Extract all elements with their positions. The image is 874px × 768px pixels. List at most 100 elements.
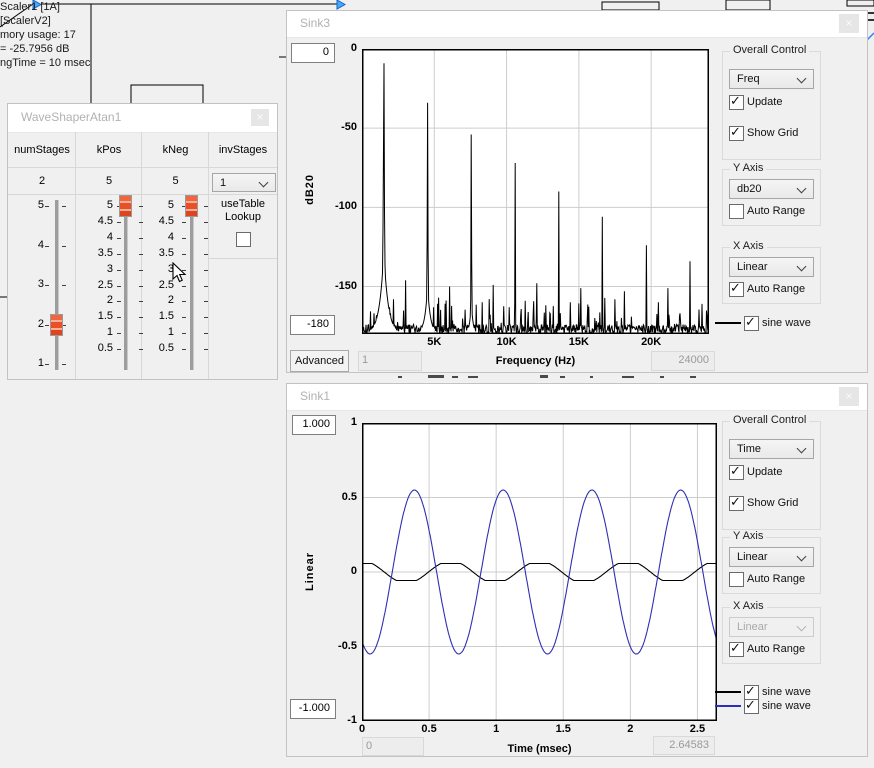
slider-tick-mark — [182, 349, 186, 350]
slider-tick-mark — [182, 238, 186, 239]
sink1-xaxis-autorange-checkbox[interactable] — [729, 642, 744, 657]
sink3-showgrid-checkbox[interactable] — [729, 126, 744, 141]
invstages-dropdown[interactable]: 1 — [212, 173, 276, 192]
slider-tick-label: 0.5 — [140, 342, 174, 354]
slider-tick-mark — [182, 301, 186, 302]
x-tick-label: 5K — [409, 336, 459, 348]
close-icon[interactable]: × — [251, 109, 269, 126]
wire-arrow-icon — [337, 0, 345, 9]
y-tick-label: 0 — [317, 42, 357, 54]
sink3-legend-checkbox[interactable] — [744, 316, 759, 331]
slider-tick-label: 4.5 — [140, 215, 174, 227]
module-info-text: Scaler1 [1A] [ScalerV2] mory usage: 17 =… — [0, 0, 90, 70]
waveshaper-titlebar[interactable]: WaveShaperAtan1 × — [8, 104, 277, 133]
x-tick-label: 1 — [471, 723, 521, 735]
sink1-titlebar[interactable]: Sink1 × — [287, 384, 867, 411]
sink3-y-axis-label: dB20 — [304, 174, 316, 205]
slider-tick-label: 2.5 — [140, 279, 174, 291]
x-tick-label: 15K — [554, 336, 604, 348]
sink1-window: Sink1 × 1.000 -1.000 Linear Time (msec) … — [286, 383, 868, 757]
module-info-line: ngTime = 10 msec — [0, 56, 90, 70]
module-info-line: = -25.7956 dB — [0, 42, 90, 56]
y-tick-label: -50 — [317, 121, 357, 133]
sink3-xaxis-autorange-label: Auto Range — [747, 283, 805, 295]
sink3-yaxis-autorange-checkbox[interactable] — [729, 204, 744, 219]
slider-handle[interactable] — [185, 195, 198, 217]
slider-track[interactable] — [190, 200, 194, 370]
sink3-yaxis-combo[interactable]: db20 — [729, 179, 814, 199]
slider-tick-label: 1.5 — [140, 310, 174, 322]
x-tick-label: 2.5 — [672, 723, 722, 735]
x-tick-label: 0.5 — [404, 723, 454, 735]
sink1-legend-label-2: sine wave — [762, 700, 811, 712]
column-header-kpos: kPos — [76, 144, 142, 156]
sink1-legend-checkbox-2[interactable] — [744, 699, 759, 714]
kneg-value: 5 — [142, 175, 209, 187]
slider-tick-mark — [182, 222, 186, 223]
legend-line-swatch — [715, 705, 741, 707]
sink3-update-checkbox[interactable] — [729, 95, 744, 110]
sink1-xmax-input: 2.64583 — [653, 736, 715, 755]
module-info-line: [ScalerV2] — [0, 14, 90, 28]
slider-tick-mark — [204, 254, 208, 255]
slider-tick-mark — [182, 286, 186, 287]
x-tick-label: 20K — [626, 336, 676, 348]
sink1-yaxis-autorange-checkbox[interactable] — [729, 572, 744, 587]
spectrum-plot — [362, 49, 709, 334]
sink3-xaxis-combo[interactable]: Linear — [729, 257, 814, 277]
sink1-showgrid-label: Show Grid — [747, 497, 798, 509]
slider-tick-mark — [182, 333, 186, 334]
y-tick-label: 1 — [317, 416, 357, 428]
slider-tick-mark — [204, 286, 208, 287]
close-icon[interactable]: × — [839, 387, 859, 406]
group-label: Overall Control — [730, 44, 809, 56]
sink1-title: Sink1 — [300, 389, 330, 403]
sink3-xaxis-autorange-checkbox[interactable] — [729, 282, 744, 297]
sink3-titlebar[interactable]: Sink3 × — [287, 11, 867, 38]
sink1-showgrid-checkbox[interactable] — [729, 496, 744, 511]
chevron-down-icon — [797, 262, 807, 272]
x-tick-label: 1.5 — [538, 723, 588, 735]
sink1-xmin-input: 0 — [362, 737, 424, 756]
sink1-update-checkbox[interactable] — [729, 465, 744, 480]
sink3-ymin-input[interactable]: -180 — [290, 315, 335, 335]
group-label: Y Axis — [730, 530, 766, 542]
sink1-yaxis-autorange-label: Auto Range — [747, 573, 805, 585]
sink1-yaxis-combo[interactable]: Linear — [729, 547, 814, 567]
column-header-numstages: numStages — [8, 144, 76, 156]
kpos-value: 5 — [76, 175, 142, 187]
sink3-title: Sink3 — [300, 16, 330, 30]
slider-tick-mark — [204, 238, 208, 239]
legend-line-swatch — [715, 691, 741, 693]
sink3-xmin-input: 1 — [358, 351, 422, 371]
column-header-invstages: invStages — [209, 144, 277, 156]
chevron-down-icon — [797, 622, 807, 632]
waveshaper-title: WaveShaperAtan1 — [21, 110, 121, 124]
chevron-down-icon — [797, 184, 807, 194]
sink3-showgrid-label: Show Grid — [747, 127, 798, 139]
slider-tick-mark — [182, 254, 186, 255]
waveform-plot — [362, 423, 717, 721]
module-info-line: mory usage: 17 — [0, 28, 90, 42]
usetable-lookup-checkbox[interactable] — [236, 232, 251, 247]
sink3-overall-combo[interactable]: Freq — [729, 69, 814, 89]
sink3-xmax-input: 24000 — [651, 351, 715, 371]
y-tick-label: -1 — [317, 714, 357, 726]
slider-tick-label: 1 — [140, 326, 174, 338]
sink1-overall-combo[interactable]: Time — [729, 439, 814, 459]
advanced-button[interactable]: Advanced — [290, 350, 349, 372]
group-label: Overall Control — [730, 414, 809, 426]
slider-tick-mark — [204, 270, 208, 271]
sink1-xaxis-combo: Linear — [729, 617, 814, 637]
slider-tick-mark — [182, 317, 186, 318]
slider-tick-label: 2 — [140, 294, 174, 306]
kneg-slider[interactable]: 54.543.532.521.510.5 — [8, 200, 209, 376]
chevron-down-icon — [259, 178, 269, 188]
close-icon[interactable]: × — [839, 14, 859, 33]
y-tick-label: -0.5 — [317, 640, 357, 652]
y-tick-label: 0 — [317, 565, 357, 577]
chevron-down-icon — [797, 74, 807, 84]
group-label: Y Axis — [730, 162, 766, 174]
numstages-value: 2 — [8, 175, 76, 187]
waveshaper-panel: WaveShaperAtan1 × numStages kPos kNeg in… — [7, 103, 278, 380]
